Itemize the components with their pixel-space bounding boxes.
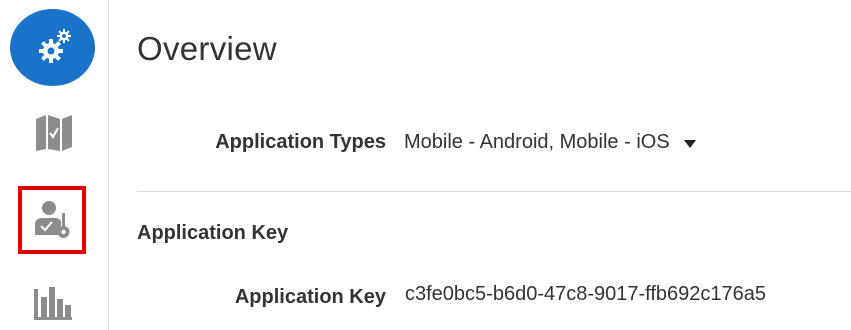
page-title: Overview	[137, 30, 277, 67]
user-key-icon	[35, 201, 70, 238]
section-divider	[137, 191, 851, 192]
application-types-dropdown[interactable]: Mobile - Android, Mobile - iOS	[404, 131, 696, 154]
caret-down-icon[interactable]	[683, 139, 696, 148]
section-heading-application-key: Application Key	[137, 222, 289, 244]
sidebar-item-user-key[interactable]	[18, 186, 86, 254]
application-key-value: c3fe0bc5-b6d0-47c8-9017-ffb692c176a5	[405, 283, 767, 305]
sidebar-item-analytics[interactable]	[31, 283, 75, 323]
application-key-label: Application Key	[234, 286, 386, 308]
map-panels-icon	[36, 115, 72, 151]
application-types-value: Mobile - Android, Mobile - iOS	[404, 131, 670, 153]
bar-chart-icon	[34, 287, 72, 320]
settings-gears-icon	[39, 29, 71, 63]
sidebar-nav	[0, 0, 109, 330]
sidebar-item-settings[interactable]	[10, 9, 95, 86]
application-types-label: Application Types	[215, 131, 386, 153]
sidebar-item-map[interactable]	[34, 113, 74, 153]
